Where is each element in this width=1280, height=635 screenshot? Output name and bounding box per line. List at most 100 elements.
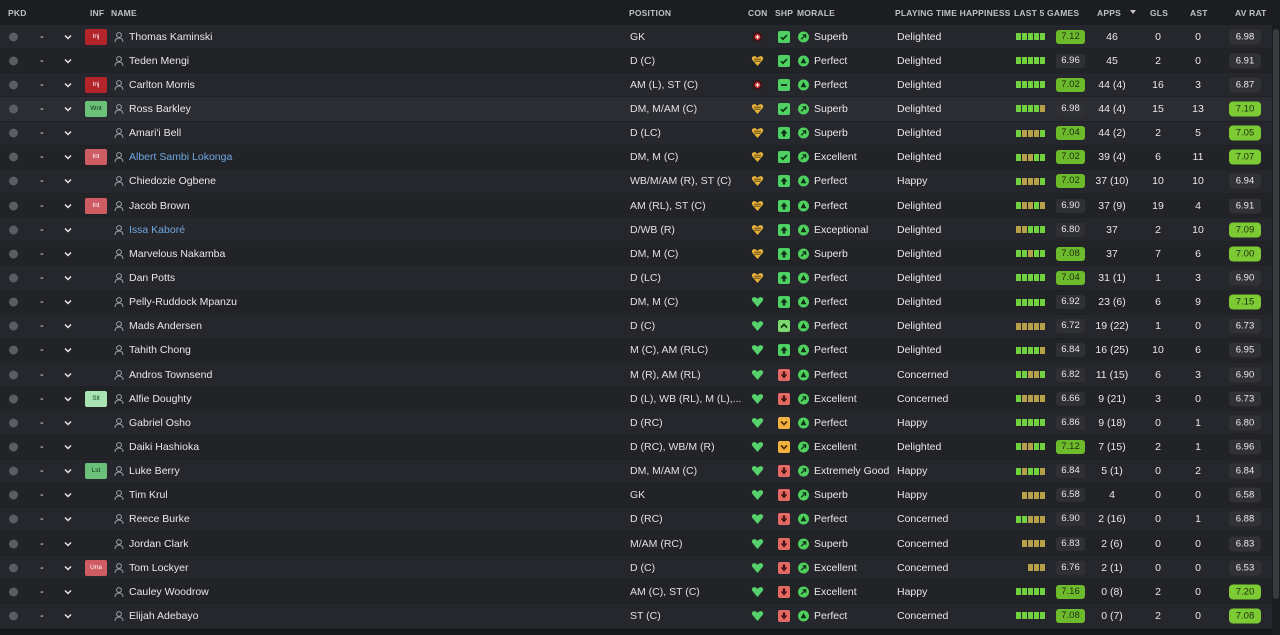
chevron-down-icon[interactable] <box>62 79 74 91</box>
chevron-down-icon[interactable] <box>62 489 74 501</box>
chevron-down-icon[interactable] <box>62 538 74 550</box>
pick-toggle-icon[interactable] <box>9 539 18 549</box>
table-row[interactable]: - Daiki Hashioka D (RC), WB/M (R) Excellent… <box>0 435 1280 460</box>
header-shp[interactable]: SHP <box>775 8 793 18</box>
header-last5[interactable]: LAST 5 GAMES <box>1014 8 1079 18</box>
chevron-down-icon[interactable] <box>62 610 74 622</box>
player-name[interactable]: Amari'i Bell <box>129 127 181 139</box>
player-name[interactable]: Thomas Kaminski <box>129 31 212 43</box>
chevron-down-icon[interactable] <box>62 586 74 598</box>
table-row[interactable]: - Chiedozie Ogbene WB/M/AM (R), ST (C) Perf… <box>0 169 1280 194</box>
header-pkd[interactable]: PKD <box>8 8 27 18</box>
chevron-down-icon[interactable] <box>62 224 74 236</box>
pick-toggle-icon[interactable] <box>9 80 18 90</box>
chevron-down-icon[interactable] <box>62 31 74 43</box>
chevron-down-icon[interactable] <box>62 344 74 356</box>
pick-toggle-icon[interactable] <box>9 442 18 452</box>
pick-toggle-icon[interactable] <box>9 418 18 428</box>
table-row[interactable]: - Una Tom Lockyer D (C) Excellent Concerned 6.… <box>0 556 1280 581</box>
player-name[interactable]: Cauley Woodrow <box>129 586 209 598</box>
pick-toggle-icon[interactable] <box>9 56 18 66</box>
scrollbar-thumb[interactable] <box>1273 29 1279 599</box>
player-name[interactable]: Dan Potts <box>129 272 175 284</box>
player-name[interactable]: Pelly-Ruddock Mpanzu <box>129 296 237 308</box>
player-name[interactable]: Alfie Doughty <box>129 393 191 405</box>
table-row[interactable]: - Teden Mengi D (C) Perfect Delighted 6.96 45 2… <box>0 49 1280 74</box>
header-ast[interactable]: AST <box>1190 8 1208 18</box>
player-name[interactable]: Chiedozie Ogbene <box>129 175 216 187</box>
chevron-down-icon[interactable] <box>62 127 74 139</box>
player-name[interactable]: Ross Barkley <box>129 103 191 115</box>
header-inf[interactable]: INF <box>90 8 104 18</box>
chevron-down-icon[interactable] <box>62 55 74 67</box>
player-name[interactable]: Andros Townsend <box>129 369 212 381</box>
chevron-down-icon[interactable] <box>62 103 74 115</box>
player-name[interactable]: Jordan Clark <box>129 538 189 550</box>
table-row[interactable]: - Inj Carlton Morris AM (L), ST (C) Perfect D… <box>0 73 1280 98</box>
player-name[interactable]: Tahith Chong <box>129 344 191 356</box>
table-row[interactable]: - Marvelous Nakamba DM, M (C) Superb Delight… <box>0 242 1280 267</box>
header-con[interactable]: CON <box>748 8 768 18</box>
pick-toggle-icon[interactable] <box>9 345 18 355</box>
chevron-down-icon[interactable] <box>62 441 74 453</box>
chevron-down-icon[interactable] <box>62 200 74 212</box>
table-row[interactable]: - Issa Kaboré D/WB (R) Exceptional Delighted… <box>0 218 1280 243</box>
pick-toggle-icon[interactable] <box>9 249 18 259</box>
pick-toggle-icon[interactable] <box>9 321 18 331</box>
pick-toggle-icon[interactable] <box>9 466 18 476</box>
table-row[interactable]: - Cauley Woodrow AM (C), ST (C) Excellent Ha… <box>0 580 1280 605</box>
pick-toggle-icon[interactable] <box>9 514 18 524</box>
pick-toggle-icon[interactable] <box>9 128 18 138</box>
chevron-down-icon[interactable] <box>62 562 74 574</box>
player-name[interactable]: Jacob Brown <box>129 200 190 212</box>
player-name[interactable]: Luke Berry <box>129 465 180 477</box>
pick-toggle-icon[interactable] <box>9 176 18 186</box>
pick-toggle-icon[interactable] <box>9 225 18 235</box>
table-row[interactable]: - Jordan Clark M/AM (RC) Superb Concerned 6.8… <box>0 531 1280 557</box>
player-name[interactable]: Tim Krul <box>129 489 168 501</box>
pick-toggle-icon[interactable] <box>9 587 18 597</box>
player-name[interactable]: Tom Lockyer <box>129 562 189 574</box>
pick-toggle-icon[interactable] <box>9 32 18 42</box>
header-apps[interactable]: APPS <box>1097 8 1121 18</box>
pick-toggle-icon[interactable] <box>9 273 18 283</box>
table-row[interactable]: - Wnt Ross Barkley DM, M/AM (C) Superb Deligh… <box>0 97 1280 122</box>
player-name[interactable]: Albert Sambi Lokonga <box>129 151 232 163</box>
header-avrat[interactable]: AV RAT <box>1235 8 1267 18</box>
pick-toggle-icon[interactable] <box>9 201 18 211</box>
table-row[interactable]: - Int Albert Sambi Lokonga DM, M (C) Excelle… <box>0 145 1280 170</box>
pick-toggle-icon[interactable] <box>9 611 18 621</box>
table-row[interactable]: - Int Jacob Brown AM (RL), ST (C) Perfect Del… <box>0 193 1280 219</box>
pick-toggle-icon[interactable] <box>9 104 18 114</box>
player-name[interactable]: Gabriel Osho <box>129 417 191 429</box>
chevron-down-icon[interactable] <box>62 296 74 308</box>
vertical-scrollbar[interactable] <box>1272 25 1280 635</box>
player-name[interactable]: Issa Kaboré <box>129 224 185 236</box>
header-morale[interactable]: MORALE <box>797 8 835 18</box>
chevron-down-icon[interactable] <box>62 369 74 381</box>
table-row[interactable]: - Andros Townsend M (R), AM (RL) Perfect Con… <box>0 362 1280 388</box>
chevron-down-icon[interactable] <box>62 513 74 525</box>
player-name[interactable]: Marvelous Nakamba <box>129 248 225 260</box>
player-name[interactable]: Reece Burke <box>129 513 190 525</box>
pick-toggle-icon[interactable] <box>9 152 18 162</box>
table-row[interactable]: - Dan Potts D (LC) Perfect Delighted 7.04 31 (… <box>0 266 1280 291</box>
table-row[interactable]: - Tahith Chong M (C), AM (RLC) Perfect Delig… <box>0 338 1280 363</box>
header-playing-time[interactable]: PLAYING TIME HAPPINESS <box>895 8 1011 18</box>
table-row[interactable]: - Elijah Adebayo ST (C) Perfect Concerned 7.0… <box>0 604 1280 629</box>
header-gls[interactable]: GLS <box>1150 8 1168 18</box>
chevron-down-icon[interactable] <box>62 393 74 405</box>
header-name[interactable]: NAME <box>111 8 137 18</box>
chevron-down-icon[interactable] <box>62 248 74 260</box>
pick-toggle-icon[interactable] <box>9 394 18 404</box>
pick-toggle-icon[interactable] <box>9 563 18 573</box>
chevron-down-icon[interactable] <box>62 465 74 477</box>
pick-toggle-icon[interactable] <box>9 370 18 380</box>
chevron-down-icon[interactable] <box>62 417 74 429</box>
sort-descending-icon[interactable] <box>1130 10 1136 14</box>
player-name[interactable]: Teden Mengi <box>129 55 189 67</box>
chevron-down-icon[interactable] <box>62 175 74 187</box>
player-name[interactable]: Carlton Morris <box>129 79 195 91</box>
player-name[interactable]: Mads Andersen <box>129 320 202 332</box>
chevron-down-icon[interactable] <box>62 320 74 332</box>
